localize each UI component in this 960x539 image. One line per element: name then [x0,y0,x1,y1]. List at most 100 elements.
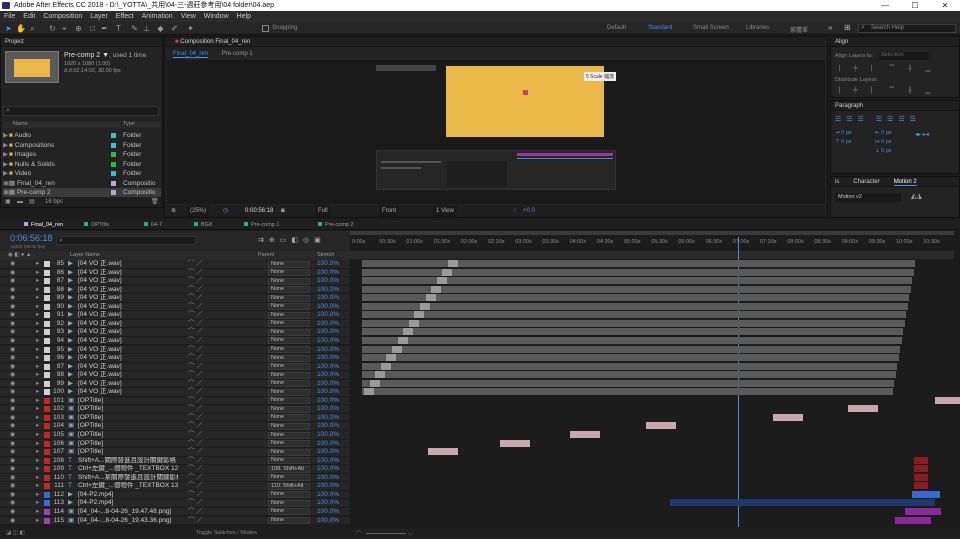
expand-triangle-icon[interactable]: ▸ [36,269,39,278]
layer-name[interactable]: [04 VO 正.wav] [78,363,178,372]
layer-duration-bar[interactable] [362,311,906,319]
menu-window[interactable]: Window [204,11,229,22]
expand-triangle-icon[interactable]: ▸ [36,474,39,483]
roto-brush-tool-icon[interactable]: ✐ [170,24,179,33]
stretch-header[interactable]: Stretch [317,251,334,260]
layer-duration-bar[interactable] [914,473,928,481]
layer-name[interactable]: Shift+A...關際發進且設計關鍵影格 [78,457,178,466]
work-area-bar[interactable] [350,231,954,235]
layer-duration-bar[interactable] [362,388,893,396]
stretch-value[interactable]: 100.0% [317,388,339,397]
stretch-value[interactable]: 100.0% [317,465,339,474]
expand-triangle-icon[interactable]: ▸ [36,380,39,389]
visibility-eye-icon[interactable]: ◉ [10,517,15,526]
layer-duration-bar[interactable] [362,285,911,293]
menu-animation[interactable]: Animation [142,11,173,22]
layer-name[interactable]: [04 VO 正.wav] [78,311,178,320]
timeline-tab[interactable]: 04-7 [144,221,162,229]
pan-behind-tool-icon[interactable]: ⊕ [74,24,83,33]
layer-label-color[interactable] [44,397,50,404]
zoom-out-icon[interactable]: ◠ [356,528,361,539]
stretch-value[interactable]: 100.0% [317,294,339,303]
layer-label-color[interactable] [44,500,50,507]
space-after-field[interactable]: ⇣ 0 px [875,148,892,154]
layer-switches[interactable]: ⌒ ／ [188,517,203,526]
visibility-eye-icon[interactable]: ◉ [10,371,15,380]
menu-help[interactable]: Help [237,11,251,22]
visibility-eye-icon[interactable]: ◉ [10,380,15,389]
visibility-eye-icon[interactable]: ◉ [10,286,15,295]
rectangle-tool-icon[interactable]: □ [88,24,97,33]
layer-duration-bar[interactable] [914,482,928,490]
menu-file[interactable]: File [4,11,15,22]
zoom-tool-icon[interactable]: ⌕ [28,24,37,33]
layer-duration-bar[interactable] [362,371,896,379]
visibility-eye-icon[interactable]: ◉ [10,311,15,320]
layer-switches[interactable]: ⌒ ／ [188,328,203,337]
layer-duration-bar[interactable] [362,328,903,336]
eraser-tool-icon[interactable]: ◆ [156,24,165,33]
audio-clip-segment[interactable] [420,302,430,310]
parent-dropdown[interactable]: None [268,371,310,379]
layer-row[interactable]: ◉ ▸ 111 T Ctrl+左鍵_...個物件 _TEXTBOX 13 ⌒ ／ 110. … [0,482,350,491]
layer-switches[interactable]: ⌒ ／ [188,363,203,372]
timeline-tab[interactable]: Pre-comp 2 [318,221,353,229]
snapping-checkbox[interactable] [262,25,269,32]
project-search-input[interactable]: ⌕ [3,106,159,116]
bpc-label[interactable]: 16 bpc [45,197,63,207]
layer-switches[interactable]: ⌒ ／ [188,440,203,449]
visibility-eye-icon[interactable]: ◉ [10,277,15,286]
layer-name[interactable]: [OPTitle] [78,422,178,431]
stretch-value[interactable]: 100.0% [317,431,339,440]
expand-triangle-icon[interactable]: ▸ [36,414,39,423]
stretch-value[interactable]: 100.0% [317,363,339,372]
distribute-buttons[interactable]: ▕ ╪ ▏ ▔ ╫ ▁ [835,87,936,94]
layer-duration-bar[interactable] [362,345,900,353]
layer-row[interactable]: ◉ ▸ 87 ▶ [04 VO 正.wav] ⌒ ／ None 100.0% [0,277,350,286]
layer-name[interactable]: [OPTitle] [78,440,178,449]
layer-switches[interactable]: ⌒ ／ [188,346,203,355]
menu-composition[interactable]: Composition [43,11,82,22]
time-graph[interactable]: 0:00s 00:30s 01:00s 01:30s 02:00s 02:30s 03:00… [350,231,960,528]
layer-row[interactable]: ◉ ▸ 103 ▣ [OPTitle] ⌒ ／ None 100.0% [0,413,350,423]
layer-label-color[interactable] [44,312,50,319]
layer-duration-bar[interactable] [362,362,897,370]
layer-label-color[interactable] [44,295,50,302]
visibility-eye-icon[interactable]: ◉ [10,346,15,355]
zoom-slider[interactable] [366,533,406,534]
clone-stamp-tool-icon[interactable]: ⊥ [142,24,151,33]
layer-label-color[interactable] [44,320,50,327]
layer-name[interactable]: [04 VO 正.wav] [78,286,178,295]
project-item[interactable]: ▣▦ Final_04_ren Compositio [3,179,161,188]
layer-row[interactable]: ◉ ▸ 90 ▶ [04 VO 正.wav] ⌒ ／ None 100.0% [0,302,350,312]
stretch-value[interactable]: 100.0% [317,286,339,295]
expand-triangle-icon[interactable]: ▸ [36,346,39,355]
layer-row[interactable]: ◉ ▸ 108 T Shift+A...關際發進且設計關鍵影格 ⌒ ／ None 100.0% [0,456,350,466]
indent-right-field[interactable]: ⇤ 0 px [875,130,892,136]
zoom-dropdown[interactable]: (25%) [187,205,210,217]
menu-layer[interactable]: Layer [90,11,108,22]
visibility-eye-icon[interactable]: ◉ [10,337,15,346]
workspace-custom[interactable]: 繁體單 [790,25,808,34]
stretch-value[interactable]: 100.0% [317,346,339,355]
expand-triangle-icon[interactable]: ▸ [36,260,39,269]
align-panel-title[interactable]: Align [831,37,959,47]
stretch-value[interactable]: 100.0% [317,508,339,517]
layer-row[interactable]: ◉ ▸ 95 ▶ [04 VO 正.wav] ⌒ ／ None 100.0% [0,345,350,355]
menu-edit[interactable]: Edit [23,11,35,22]
label-color-swatch[interactable] [111,152,116,157]
layer-label-color[interactable] [44,337,50,344]
project-panel-title[interactable]: Project [1,37,162,47]
brush-tool-icon[interactable]: ✎ [130,24,139,33]
timeline-tab[interactable]: Final_04_ren [24,221,63,229]
layer-name[interactable]: [04-P2.mp4] [78,499,178,508]
timeline-search-input[interactable]: ⌕ [56,236,196,245]
tab-character[interactable]: Character [853,177,879,186]
layer-duration-bar[interactable] [670,499,935,507]
layer-duration-bar[interactable] [362,294,909,302]
expand-triangle-icon[interactable]: ▸ [36,303,39,312]
layer-switches[interactable]: ⌒ ／ [188,474,203,483]
parent-dropdown[interactable]: None [268,269,310,277]
stretch-value[interactable]: 100.0% [317,337,339,346]
layer-name[interactable]: [04 VO 正.wav] [78,303,178,312]
